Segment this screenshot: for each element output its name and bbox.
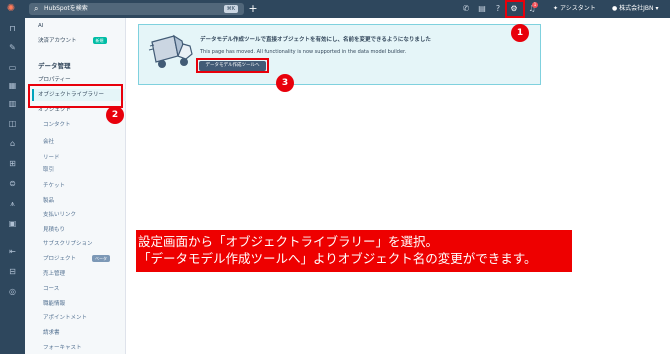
marketplace-icon[interactable]: ▤ (477, 3, 487, 15)
moving-truck-icon (148, 34, 193, 68)
sidebar-item-quotes[interactable]: 見積もり (43, 224, 65, 236)
service-icon[interactable]: ◫ (7, 118, 18, 129)
banner-title: データモデル作成ツールで直接オブジェクトを有効にし、名前を変更できるようになりま… (200, 37, 431, 43)
settings-sidebar: AI 決済アカウント 新規 データ管理 プロパティー オブジェクトライブラリー オ… (25, 18, 126, 354)
sidebar-item-payment-links[interactable]: 支払いリンク (43, 209, 76, 221)
sidebar-item-ai[interactable]: AI (38, 20, 43, 32)
account-menu[interactable]: ● 株式会社JBN ▾ (612, 3, 658, 15)
sidebar-item-job-info[interactable]: 職能情報 (43, 298, 65, 310)
assistant-button[interactable]: ✦ アシスタント (553, 3, 596, 15)
step-marker-2: 2 (106, 106, 124, 124)
notification-count-badge: 1 (532, 2, 538, 8)
sidebar-item-invoices[interactable]: 請求書 (43, 327, 60, 339)
contacts-icon[interactable]: ▭ (7, 62, 18, 73)
search-icon: ⌕ (34, 4, 39, 13)
sidebar-item-projects[interactable]: プロジェクト ベータ (43, 253, 111, 265)
left-icon-rail: ⊓ ✎ ▭ ▦ ▥ ◫ ⌂ ⊞ ⊜ ⩚ ▣ ⇤ ⊟ ◎ (0, 18, 25, 354)
crm-icon[interactable]: ▦ (7, 80, 18, 91)
sidebar-item-label: プロジェクト (43, 256, 77, 262)
phone-icon[interactable]: ✆ (461, 3, 471, 15)
sidebar-section-data-management: データ管理 (38, 62, 71, 70)
sidebar-item-subscriptions[interactable]: サブスクリプション (43, 238, 93, 250)
sidebar-item-companies[interactable]: 会社 (43, 136, 54, 148)
step-marker-3: 3 (276, 74, 294, 92)
sidebar-item-payment-account[interactable]: 決済アカウント 新規 (38, 35, 107, 47)
new-badge: 新規 (92, 37, 107, 44)
commerce-icon[interactable]: ⩚ (7, 198, 18, 209)
sidebar-item-courses[interactable]: コース (43, 283, 59, 295)
reports-icon[interactable]: ⊞ (7, 158, 18, 169)
chevron-down-icon: ▾ (653, 5, 659, 12)
library-icon[interactable]: ▣ (7, 218, 18, 229)
sales-icon[interactable]: ▥ (7, 98, 18, 109)
marketplace-rail-icon[interactable]: ⊟ (7, 266, 18, 277)
banner-body: This page has moved. All functionality i… (200, 49, 407, 55)
settings-rail-icon[interactable]: ◎ (7, 286, 18, 297)
sidebar-item-contacts[interactable]: コンタクト (43, 119, 71, 131)
caption-line-2: 「データモデル作成ツールへ」よりオブジェクト名の変更ができます。 (138, 251, 537, 266)
sidebar-item-leads[interactable]: リード (43, 152, 60, 164)
automation-icon[interactable]: ⌂ (7, 138, 18, 149)
hubspot-logo-icon[interactable]: ✺ (5, 3, 17, 15)
search-input[interactable]: HubSpotを検索 (44, 4, 88, 14)
collapse-icon[interactable]: ⇤ (7, 246, 18, 257)
account-name: 株式会社JBN (619, 5, 654, 12)
annotation-box-settings (505, 0, 525, 18)
sparkle-icon: ✦ (553, 5, 560, 12)
sidebar-item-revenue[interactable]: 売上管理 (43, 268, 65, 280)
sidebar-item-deals[interactable]: 取引 (43, 164, 54, 176)
bookmark-icon[interactable]: ⊓ (7, 23, 18, 34)
annotation-box-builder-button (196, 58, 269, 73)
step-marker-1: 1 (511, 24, 529, 42)
edit-icon[interactable]: ✎ (7, 42, 18, 53)
sidebar-item-products[interactable]: 製品 (43, 195, 54, 207)
sidebar-item-label: 決済アカウント (38, 38, 77, 44)
assistant-label: アシスタント (559, 5, 596, 12)
annotation-box-object-library (28, 84, 123, 108)
create-new-button[interactable]: + (247, 2, 259, 16)
sidebar-item-appointments[interactable]: アポイントメント (43, 312, 87, 324)
sidebar-item-tickets[interactable]: チケット (43, 180, 65, 192)
beta-badge: ベータ (92, 255, 111, 262)
global-search[interactable]: ⌕ HubSpotを検索 ⌘K (29, 3, 244, 15)
sidebar-item-forecast[interactable]: フォーキャスト (43, 342, 82, 354)
search-shortcut: ⌘K (223, 5, 238, 13)
caption-line-1: 設定画面から「オブジェクトライブラリー」を選択。 (138, 234, 439, 249)
help-icon[interactable]: ? (493, 3, 503, 15)
data-icon[interactable]: ⊜ (7, 178, 18, 189)
